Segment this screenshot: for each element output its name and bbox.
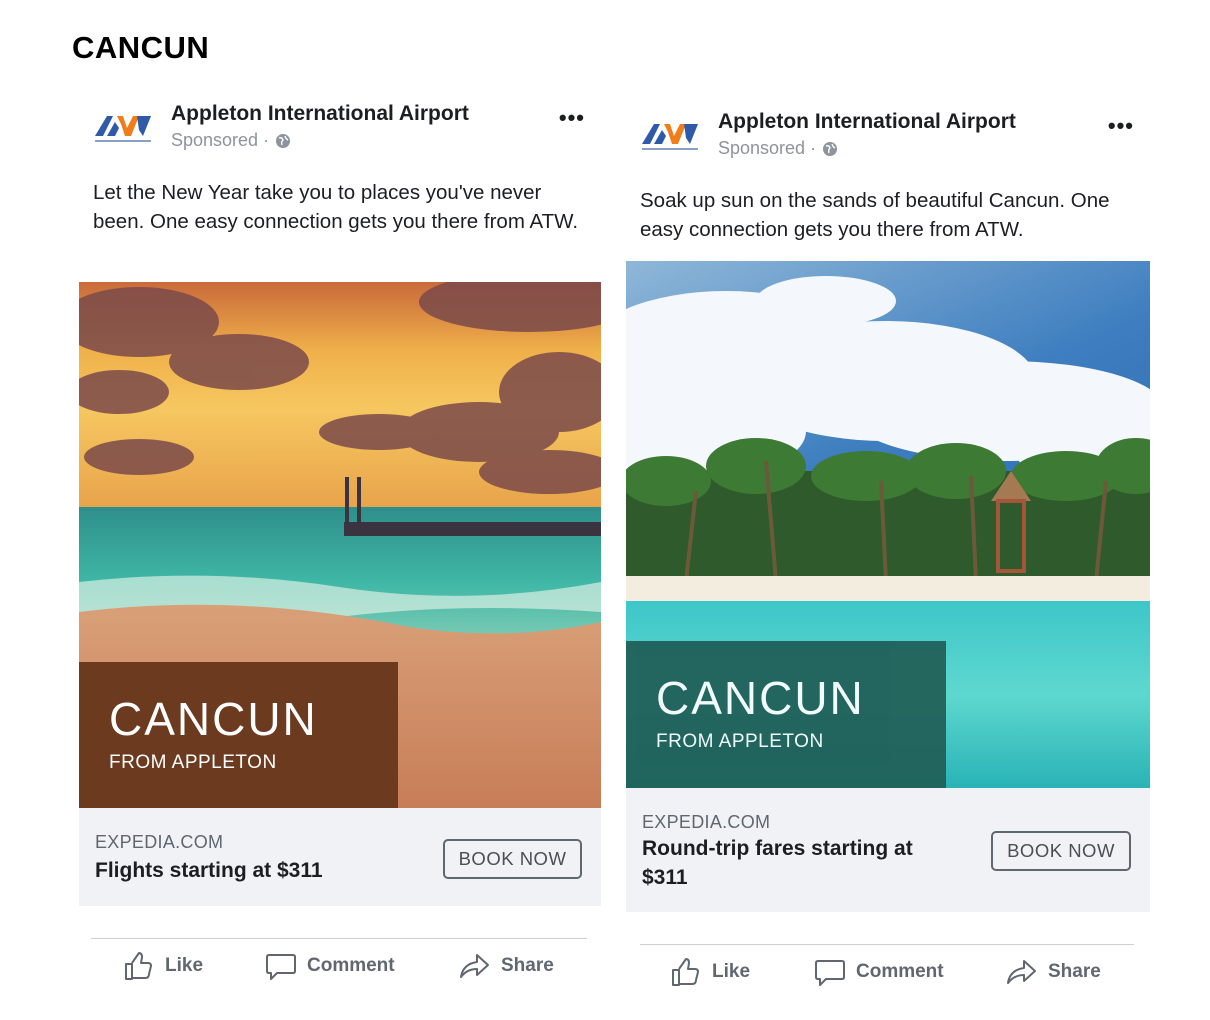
share-button[interactable]: Share — [1006, 956, 1101, 988]
sponsored-text: Sponsored · — [718, 138, 817, 158]
ad-card-tropical: Appleton International Airport Sponsored… — [626, 108, 1150, 1010]
reaction-bar: Like Comment Share — [79, 946, 601, 986]
sponsored-text: Sponsored · — [171, 130, 270, 150]
share-button[interactable]: Share — [459, 950, 554, 982]
like-button[interactable]: Like — [670, 956, 750, 988]
share-label: Share — [501, 955, 554, 976]
ad-header: Appleton International Airport Sponsored… — [79, 100, 601, 160]
like-icon — [672, 958, 699, 986]
airport-logo[interactable] — [93, 110, 153, 146]
reaction-bar: Like Comment Share — [626, 952, 1150, 992]
actions-divider — [91, 938, 587, 939]
overlay-city-title: CANCUN — [109, 693, 318, 745]
comment-button[interactable]: Comment — [814, 956, 944, 988]
ad-image-tropical-beach[interactable]: CANCUN FROM APPLETON — [626, 261, 1150, 788]
link-headline: Round-trip fares starting at $311 — [642, 837, 913, 889]
airport-logo[interactable] — [640, 118, 700, 154]
overlay-subtitle: FROM APPLETON — [656, 731, 824, 752]
overlay-city-title: CANCUN — [656, 672, 865, 724]
actions-divider — [640, 944, 1134, 945]
advertiser-name[interactable]: Appleton International Airport — [171, 102, 469, 126]
link-headline: Flights starting at $311 — [95, 859, 323, 882]
globe-icon — [823, 141, 838, 156]
more-options-icon[interactable]: ••• — [1108, 115, 1134, 137]
book-now-button[interactable]: BOOK NOW — [991, 831, 1131, 871]
destination-overlay: CANCUN FROM APPLETON — [79, 662, 398, 808]
sponsored-label: Sponsored · — [171, 130, 291, 151]
ad-header: Appleton International Airport Sponsored… — [626, 108, 1150, 168]
comment-label: Comment — [307, 955, 395, 976]
comment-label: Comment — [856, 961, 944, 982]
link-domain: EXPEDIA.COM — [95, 832, 224, 852]
book-now-button[interactable]: BOOK NOW — [443, 839, 582, 879]
ad-copy: Soak up sun on the sands of beautiful Ca… — [640, 189, 1110, 241]
comment-icon — [266, 954, 296, 980]
ad-copy: Let the New Year take you to places you'… — [93, 181, 579, 233]
globe-icon — [276, 133, 291, 148]
like-label: Like — [165, 955, 204, 976]
destination-overlay: CANCUN FROM APPLETON — [626, 641, 946, 788]
ad-link-footer[interactable]: EXPEDIA.COM Round-trip fares starting at… — [626, 788, 1150, 912]
ad-image-sunset-beach[interactable]: CANCUN FROM APPLETON — [79, 282, 601, 808]
like-label: Like — [712, 961, 751, 982]
share-icon — [460, 954, 489, 978]
like-button[interactable]: Like — [123, 950, 203, 982]
ad-link-footer[interactable]: EXPEDIA.COM Flights starting at $311 BOO… — [79, 808, 601, 906]
advertiser-name[interactable]: Appleton International Airport — [718, 110, 1016, 134]
like-icon — [125, 952, 152, 980]
more-options-icon[interactable]: ••• — [559, 107, 585, 129]
ad-card-sunset: Appleton International Airport Sponsored… — [79, 100, 601, 1010]
link-domain: EXPEDIA.COM — [642, 812, 771, 832]
page-title: CANCUN — [72, 30, 210, 65]
share-label: Share — [1048, 961, 1101, 982]
comment-icon — [815, 960, 845, 986]
share-icon — [1007, 960, 1036, 984]
comment-button[interactable]: Comment — [265, 950, 395, 982]
sponsored-label: Sponsored · — [718, 138, 838, 159]
overlay-subtitle: FROM APPLETON — [109, 752, 277, 773]
